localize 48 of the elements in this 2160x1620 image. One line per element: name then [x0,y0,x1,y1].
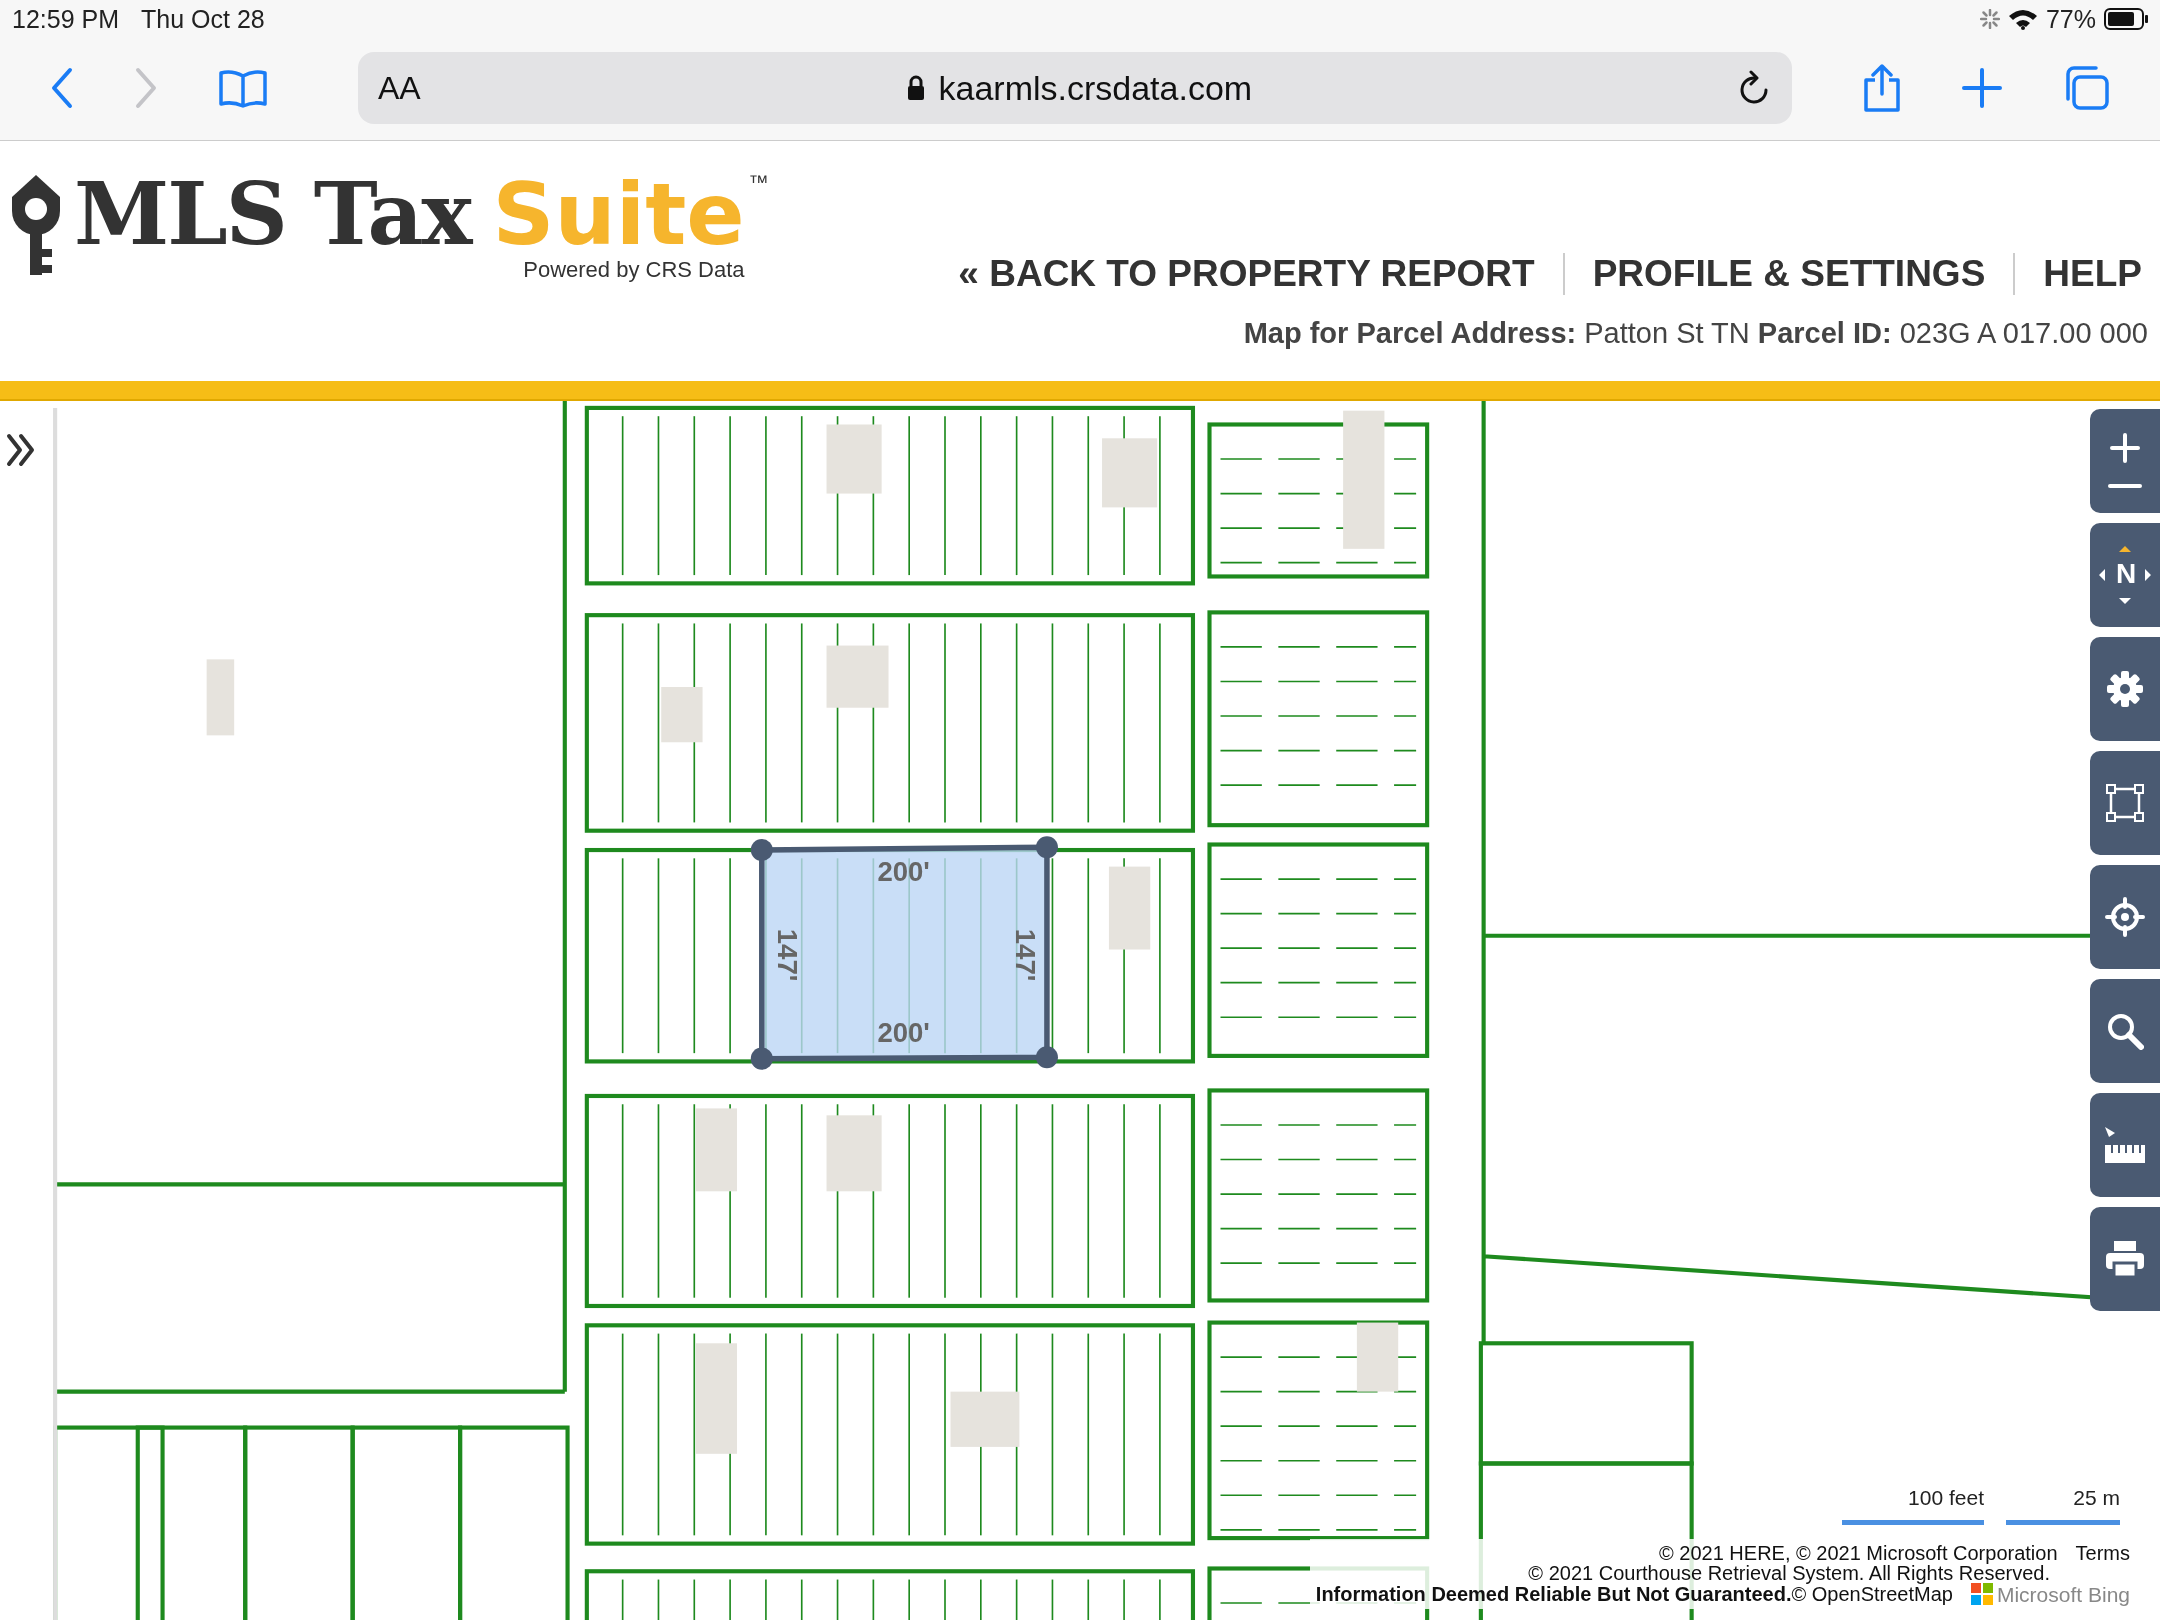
square-selection-icon [2105,783,2145,823]
activity-spinner-icon [1979,9,2000,29]
lock-icon [906,75,925,101]
print-button[interactable] [2090,1207,2160,1311]
map-attribution: © 2021 Courthouse Retrieval System. All Rights Reserved. [1528,1563,2050,1583]
status-date: Thu Oct 28 [141,4,265,34]
logo-tagline: Powered by CRS Data [523,257,745,283]
logo-wordmark: MLS Tax Suite™ [74,171,769,257]
text-size-button[interactable]: AA [378,69,421,107]
zoom-out-icon[interactable] [2108,483,2142,489]
selected-parcel[interactable] [750,836,1058,1070]
battery-icon [2104,8,2148,30]
share-icon[interactable] [1862,64,1902,112]
terms-link[interactable]: Terms [2075,1543,2130,1563]
dimension-label: 200' [877,1017,930,1049]
settings-button[interactable] [2090,637,2160,741]
nav-link[interactable]: HELP [2013,253,2142,295]
search-button[interactable] [2090,979,2160,1083]
crosshair-icon [2105,897,2145,937]
nav-link[interactable]: « BACK TO PROPERTY REPORT [930,253,1563,295]
compass-button[interactable]: N [2090,523,2160,627]
compass-arrows-icon [2099,543,2151,607]
map-disclaimer: Information Deemed Reliable But Not Guaranteed.© OpenStreetMap [1315,1584,1953,1604]
plus-icon[interactable] [1962,68,2002,108]
book-icon[interactable] [218,68,268,108]
map-provider: Microsoft Bing [1996,1583,2130,1605]
dimension-label: 200' [877,855,930,887]
ruler-icon [2103,1125,2147,1165]
nav-link[interactable]: PROFILE & SETTINGS [1562,253,2014,295]
four-squares-logo-icon [1970,1583,1993,1605]
parcel-info: Map for Parcel Address: Patton St TN Parcel ID: 023G A 017.00 000 [1242,316,2149,350]
status-time: 12:59 PM [12,4,119,34]
expand-panel-icon[interactable] [6,433,36,467]
dimension-label: 147' [771,928,803,982]
scale-bar: 25 m [2006,1486,2120,1525]
search-icon [2106,1012,2144,1050]
battery-percentage: 77% [2045,4,2096,34]
select-area-button[interactable] [2090,751,2160,855]
url-text: kaarmls.crsdata.com [938,68,1253,108]
measure-button[interactable] [2090,1093,2160,1197]
address-bar[interactable]: AA kaarmls.crsdata.com [358,52,1792,124]
zoom-in-icon[interactable] [2110,433,2140,463]
printer-icon [2104,1239,2146,1279]
back-icon[interactable] [50,67,74,109]
wifi-icon [2007,8,2038,30]
locate-button[interactable] [2090,865,2160,969]
scale-bar: 100 feet [1842,1486,1984,1525]
dimension-label: 147' [1010,928,1042,982]
